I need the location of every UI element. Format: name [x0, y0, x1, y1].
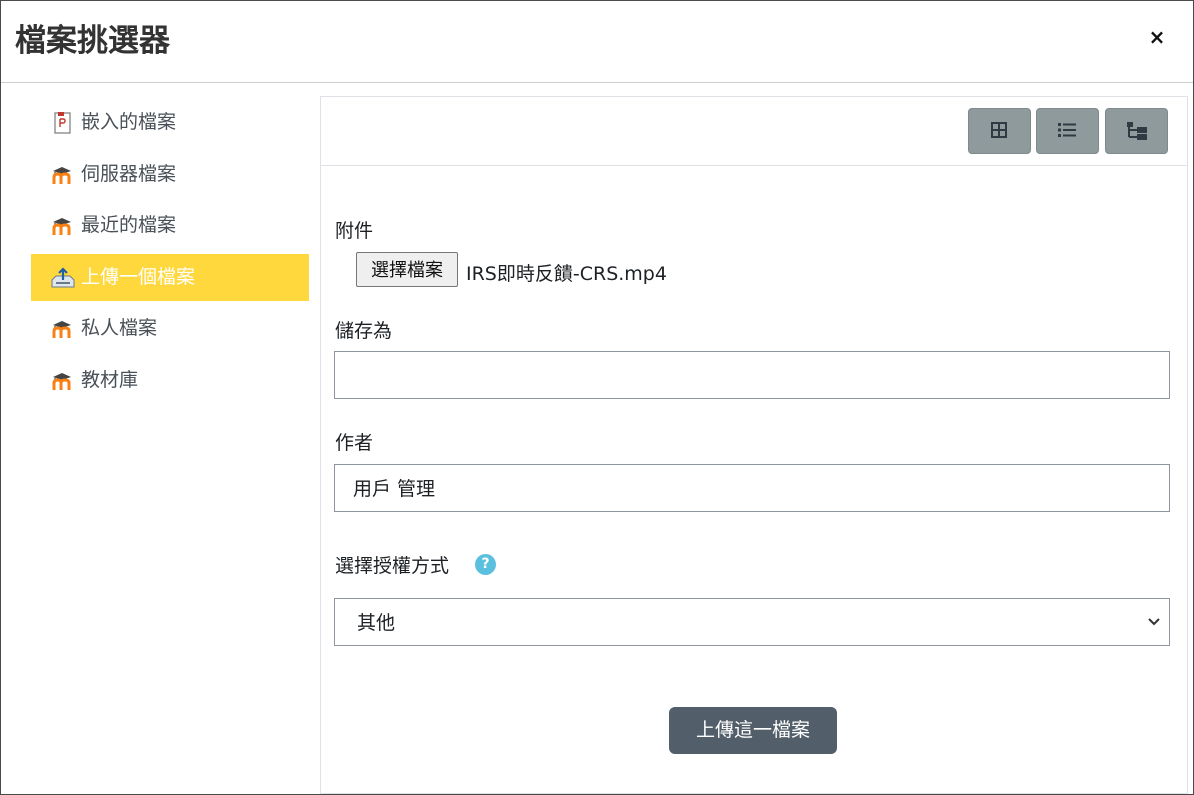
tree-view-button[interactable]: [1105, 108, 1168, 154]
tree-view-icon: [1127, 122, 1147, 140]
dialog-title: 檔案挑選器: [15, 23, 170, 59]
chosen-file-name: IRS即時反饋-CRS.mp4: [466, 263, 667, 285]
upload-tray-icon: [51, 266, 75, 287]
sidebar-item-label: 上傳一個檔案: [81, 265, 196, 288]
upload-panel: 附件 選擇檔案 IRS即時反饋-CRS.mp4 儲存為 作者 用戶 管理 選擇授…: [320, 96, 1188, 794]
license-select[interactable]: 其他: [334, 598, 1170, 646]
icon-view-icon: [991, 122, 1007, 138]
sidebar-item-upload-file[interactable]: 上傳一個檔案: [31, 253, 309, 301]
sidebar-item-label: 伺服器檔案: [81, 162, 177, 185]
sidebar-item-private-files[interactable]: 私人檔案: [31, 305, 309, 352]
moodle-logo-icon: [52, 321, 71, 338]
choose-file-button[interactable]: 選擇檔案: [356, 252, 458, 287]
sidebar-item-content-bank[interactable]: 教材庫: [31, 357, 309, 404]
sidebar-item-label: 最近的檔案: [81, 214, 177, 236]
sidebar-item-label: 教材庫: [81, 368, 139, 391]
dialog-header: 檔案挑選器 ×: [1, 1, 1193, 83]
list-view-icon: [1058, 123, 1076, 137]
file-picker-dialog: 檔案挑選器 × 嵌入的檔案 伺服器檔案 最近的檔案 上傳一個檔案 私人檔案 教材…: [0, 0, 1194, 795]
author-input[interactable]: 用戶 管理: [334, 464, 1170, 512]
repository-sidebar: 嵌入的檔案 伺服器檔案 最近的檔案 上傳一個檔案 私人檔案 教材庫: [31, 99, 309, 408]
sidebar-item-label: 私人檔案: [81, 317, 158, 339]
sidebar-item-embedded-files[interactable]: 嵌入的檔案: [31, 99, 309, 146]
upload-file-button[interactable]: 上傳這一檔案: [669, 707, 837, 754]
moodle-logo-icon: [52, 166, 71, 184]
license-label: 選擇授權方式: [335, 555, 450, 577]
list-view-button[interactable]: [1036, 108, 1099, 154]
chevron-down-icon: [1148, 618, 1160, 626]
attachment-label: 附件: [335, 220, 374, 242]
pdf-file-icon: [54, 112, 71, 134]
save-as-input[interactable]: [334, 351, 1170, 399]
help-icon[interactable]: ?: [475, 554, 496, 575]
moodle-logo-icon: [52, 218, 71, 235]
view-toolbar: [321, 97, 1187, 166]
sidebar-item-recent-files[interactable]: 最近的檔案: [31, 202, 309, 249]
sidebar-item-label: 嵌入的檔案: [81, 111, 177, 133]
moodle-logo-icon: [52, 372, 71, 390]
license-selected-value: 其他: [357, 612, 396, 634]
close-button[interactable]: ×: [1145, 25, 1169, 49]
save-as-label: 儲存為: [335, 320, 393, 342]
icon-view-button[interactable]: [968, 108, 1031, 154]
author-label: 作者: [335, 432, 374, 454]
sidebar-item-server-files[interactable]: 伺服器檔案: [31, 151, 309, 198]
